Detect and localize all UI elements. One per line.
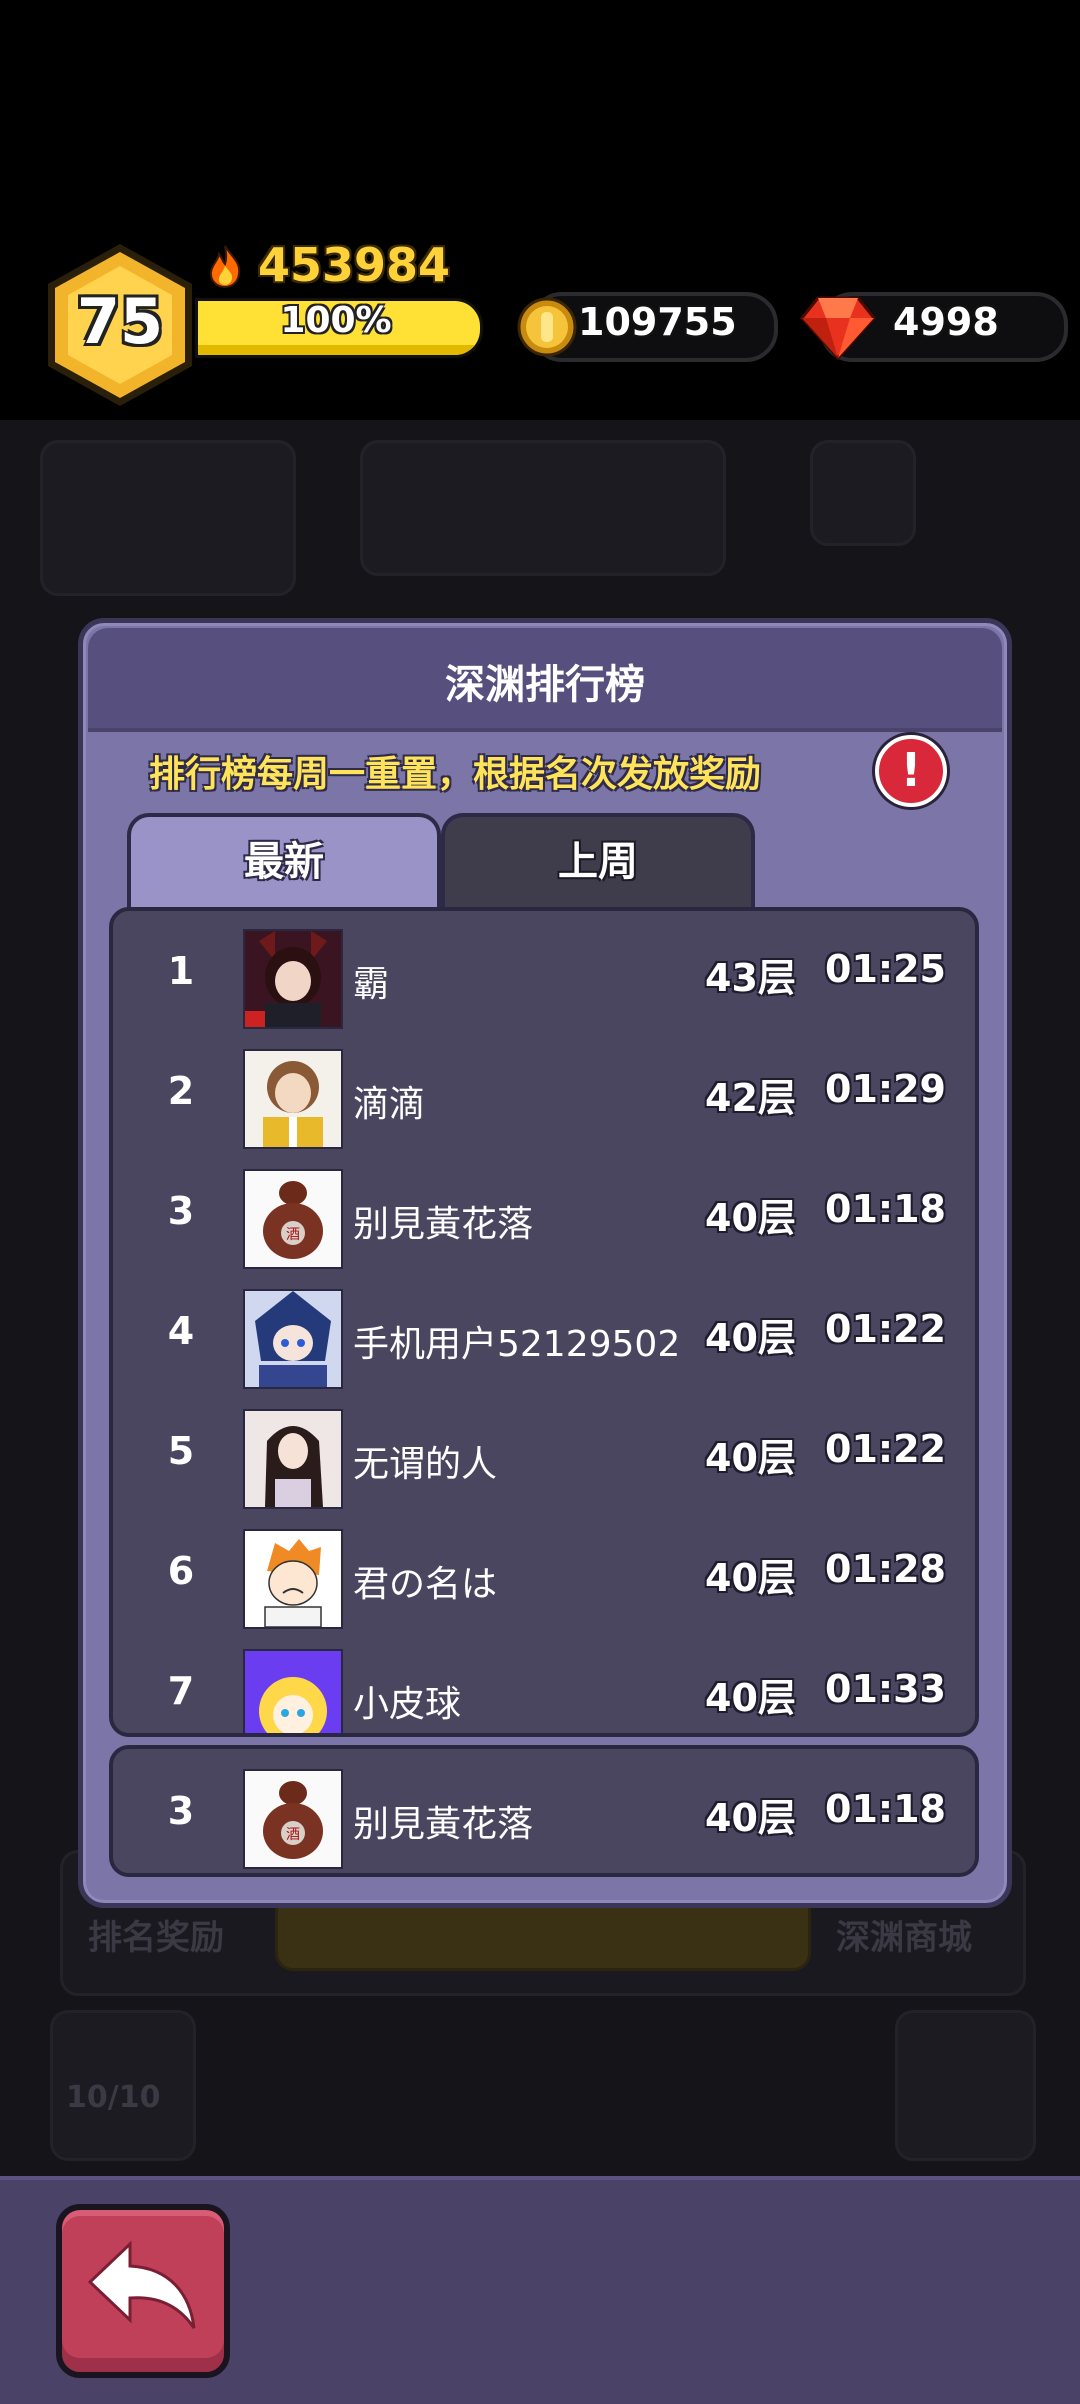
avatar[interactable]: [243, 1529, 343, 1629]
dialog-header: 深渊排行榜: [88, 628, 1002, 732]
avatar-purple-blonde-icon: [245, 1651, 341, 1733]
clear-time: 01:22: [825, 1307, 946, 1351]
avatar-orange-boy-icon: [245, 1531, 341, 1627]
back-button[interactable]: [56, 2204, 230, 2378]
floor-reached: 40层: [705, 1556, 796, 1600]
combat-power-value: 453984: [258, 238, 451, 292]
background-tile: [40, 440, 296, 596]
player-name: 别見黃花落: [353, 1204, 534, 1245]
rank-number: 2: [167, 1069, 195, 1113]
gem-value: 4998: [893, 300, 999, 344]
my-clear-time: 01:18: [825, 1787, 946, 1831]
avatar[interactable]: [243, 1649, 343, 1733]
floor-reached: 40层: [705, 1196, 796, 1240]
floor-reached: 40层: [705, 1676, 796, 1720]
player-name: 霸: [353, 964, 390, 1005]
avatar-blue-chibi-icon: [245, 1291, 341, 1387]
fire-icon: [209, 245, 241, 288]
avatar-wine-jar-icon: 酒: [245, 1771, 341, 1867]
player-name: 手机用户52129502: [353, 1324, 681, 1365]
svg-text:酒: 酒: [286, 1227, 300, 1243]
background-counter: 10/10: [66, 2080, 161, 2115]
clear-time: 01:22: [825, 1427, 946, 1471]
avatar-wine-jar-icon: 酒: [245, 1171, 341, 1267]
my-rank-number: 3: [167, 1789, 195, 1833]
rank-number: 5: [167, 1429, 195, 1473]
gold-coin-icon: [517, 297, 577, 357]
floor-reached: 42层: [705, 1076, 796, 1120]
player-name: 君の名は: [353, 1564, 498, 1605]
rank-number: 6: [167, 1549, 195, 1593]
avatar-fox-girl-icon: [245, 931, 341, 1027]
ranking-row[interactable]: 6 君の名は 40层 01:28: [113, 1511, 975, 1631]
rank-number: 7: [167, 1669, 195, 1713]
back-arrow-icon: [87, 2240, 196, 2329]
my-player-name: 别見黃花落: [353, 1804, 534, 1845]
player-name: 小皮球: [353, 1684, 462, 1725]
avatar-uniform-girl-icon: [245, 1051, 341, 1147]
ranking-row[interactable]: 5 无谓的人 40层 01:22: [113, 1391, 975, 1511]
rank-number: 1: [167, 949, 195, 993]
background-tile: [895, 2010, 1036, 2161]
ranking-row[interactable]: 7 小皮球 40层 01:33: [113, 1631, 975, 1733]
tab-last-week[interactable]: 上周: [441, 813, 755, 909]
ranking-row[interactable]: 1 霸 43层 01:25: [113, 911, 975, 1031]
floor-reached: 43层: [705, 956, 796, 1000]
rank-number: 4: [167, 1309, 195, 1353]
avatar[interactable]: [243, 1289, 343, 1389]
my-avatar[interactable]: 酒: [243, 1769, 343, 1869]
player-name: 滴滴: [353, 1084, 426, 1125]
dialog-title: 深渊排行榜: [445, 662, 645, 708]
coin-value: 109755: [578, 300, 737, 344]
xp-percent-label: 100%: [280, 300, 392, 341]
clear-time: 01:25: [825, 947, 946, 991]
clear-time: 01:33: [825, 1667, 946, 1711]
avatar[interactable]: [243, 1409, 343, 1509]
my-rank-row[interactable]: 3 酒 别見黃花落 40层 01:18: [109, 1745, 979, 1877]
ranking-list[interactable]: 1 霸 43层 01:25 2 滴滴 42层 01:29 3 酒 别見黃花落 4…: [109, 907, 979, 1737]
player-name: 无谓的人: [353, 1444, 498, 1485]
rank-reward-label: 排名奖励: [88, 1918, 224, 1958]
avatar[interactable]: [243, 1049, 343, 1149]
avatar[interactable]: [243, 929, 343, 1029]
tab-latest[interactable]: 最新: [127, 813, 441, 909]
svg-text:酒: 酒: [286, 1827, 300, 1843]
clear-time: 01:29: [825, 1067, 946, 1111]
red-gem-icon: [800, 296, 876, 360]
rank-number: 3: [167, 1189, 195, 1233]
info-alert-icon[interactable]: !: [875, 735, 947, 807]
reset-notice: 排行榜每周一重置，根据名次发放奖励: [149, 754, 762, 795]
floor-reached: 40层: [705, 1436, 796, 1480]
abyss-shop-label: 深渊商城: [836, 1918, 972, 1958]
clear-time: 01:28: [825, 1547, 946, 1591]
ranking-row[interactable]: 4 手机用户52129502 40层 01:22: [113, 1271, 975, 1391]
floor-reached: 40层: [705, 1316, 796, 1360]
my-floor-reached: 40层: [705, 1796, 796, 1840]
background-tile: [360, 440, 726, 576]
leaderboard-dialog: 深渊排行榜 排行榜每周一重置，根据名次发放奖励 ! 最新 上周 1 霸 43层 …: [78, 618, 1012, 1908]
player-level: 75: [76, 285, 164, 358]
clear-time: 01:18: [825, 1187, 946, 1231]
avatar[interactable]: 酒: [243, 1169, 343, 1269]
ranking-row[interactable]: 2 滴滴 42层 01:29: [113, 1031, 975, 1151]
ranking-row[interactable]: 3 酒 别見黃花落 40层 01:18: [113, 1151, 975, 1271]
avatar-longhair-girl-icon: [245, 1411, 341, 1507]
background-tile: [810, 440, 916, 546]
my-rank-entry: 3 酒 别見黃花落 40层 01:18: [113, 1751, 975, 1871]
